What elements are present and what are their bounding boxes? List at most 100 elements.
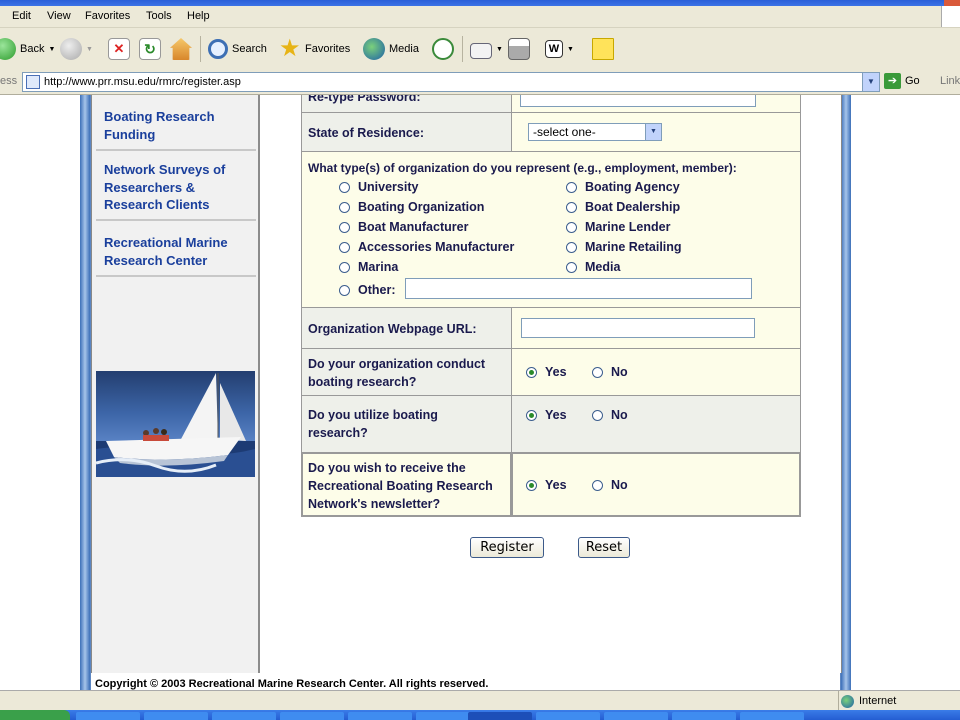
- search-icon: [208, 39, 228, 59]
- webpage-url-field[interactable]: [521, 318, 755, 338]
- sidebar-link-text[interactable]: Boating Research Funding: [104, 108, 229, 143]
- radio-boat-dealership[interactable]: [566, 202, 577, 213]
- sidebar-item-network-surveys[interactable]: Network Surveys of Researchers & Researc…: [96, 153, 256, 221]
- sticky-note-icon: [592, 38, 614, 60]
- back-button[interactable]: Back ▼: [0, 36, 55, 62]
- radio-utilize-yes[interactable]: [526, 410, 537, 421]
- radio-media[interactable]: [566, 262, 577, 273]
- taskbar-item[interactable]: [76, 712, 140, 720]
- radio-conduct-no[interactable]: [592, 367, 603, 378]
- history-button[interactable]: [432, 36, 454, 62]
- newsletter-options-cell: Yes No: [511, 452, 801, 517]
- conduct-research-options-cell: Yes No: [511, 348, 801, 396]
- other-organization-field[interactable]: [405, 278, 752, 299]
- menu-edit[interactable]: Edit: [12, 10, 31, 22]
- stop-button[interactable]: ✕: [108, 36, 130, 62]
- forward-arrow-icon: [60, 38, 82, 60]
- radio-newsletter-no[interactable]: [592, 480, 603, 491]
- menu-view[interactable]: View: [47, 10, 71, 22]
- chevron-down-icon[interactable]: ▼: [86, 46, 93, 53]
- sidebar-item-boating-research-funding[interactable]: Boating Research Funding: [96, 105, 256, 151]
- menu-help[interactable]: Help: [187, 10, 210, 22]
- radio-boating-organization[interactable]: [339, 202, 350, 213]
- home-button[interactable]: [170, 36, 192, 62]
- sidebar-link-text[interactable]: Recreational Marine Research Center: [104, 234, 239, 269]
- address-bar: ess http://www.prr.msu.edu/rmrc/register…: [0, 70, 960, 95]
- go-button[interactable]: ➔ Go: [884, 73, 920, 89]
- favorites-button[interactable]: ★ Favorites: [279, 36, 350, 62]
- radio-accessories-manufacturer[interactable]: [339, 242, 350, 253]
- forward-button[interactable]: ▼: [60, 36, 93, 62]
- menu-tools[interactable]: Tools: [146, 10, 172, 22]
- edit-button[interactable]: W ▼: [545, 36, 574, 62]
- retype-password-input-cell: [511, 95, 801, 113]
- state-select[interactable]: -select one- ▼: [528, 123, 662, 141]
- taskbar-item-active[interactable]: [468, 712, 532, 720]
- print-button[interactable]: [508, 36, 530, 62]
- taskbar-item[interactable]: [604, 712, 668, 720]
- taskbar-item[interactable]: [740, 712, 804, 720]
- address-url[interactable]: http://www.prr.msu.edu/rmrc/register.asp: [44, 76, 241, 88]
- sailboat-illustration: [96, 373, 255, 477]
- retype-password-field[interactable]: [520, 95, 756, 107]
- radio-boating-agency[interactable]: [566, 182, 577, 193]
- radio-label-other: Other:: [358, 283, 396, 297]
- chevron-down-icon[interactable]: ▼: [496, 46, 503, 53]
- address-input[interactable]: http://www.prr.msu.edu/rmrc/register.asp…: [22, 72, 880, 92]
- menu-bar: Edit View Favorites Tools Help: [0, 6, 960, 28]
- taskbar-item[interactable]: [536, 712, 600, 720]
- radio-label-marina: Marina: [358, 260, 399, 274]
- radio-label-boat-dealership: Boat Dealership: [585, 200, 681, 214]
- taskbar-item[interactable]: [672, 712, 736, 720]
- radio-other[interactable]: [339, 285, 350, 296]
- radio-boat-manufacturer[interactable]: [339, 222, 350, 233]
- radio-label-boating-agency: Boating Agency: [585, 180, 680, 194]
- retype-password-label: Re-type Password:: [308, 95, 421, 104]
- conduct-research-label-cell: Do your organization conduct boating res…: [301, 348, 512, 396]
- home-icon: [170, 38, 192, 60]
- state-select-value: -select one-: [533, 125, 596, 139]
- chevron-down-icon[interactable]: ▼: [567, 46, 574, 53]
- radio-marine-lender[interactable]: [566, 222, 577, 233]
- search-button[interactable]: Search: [208, 36, 267, 62]
- utilize-research-options-cell: Yes No: [511, 395, 801, 453]
- start-button[interactable]: [0, 710, 70, 720]
- retype-password-label-cell: Re-type Password:: [301, 95, 512, 113]
- taskbar-item[interactable]: [144, 712, 208, 720]
- search-label: Search: [232, 43, 267, 55]
- radio-conduct-yes[interactable]: [526, 367, 537, 378]
- chevron-down-icon[interactable]: ▼: [645, 124, 661, 140]
- chevron-down-icon[interactable]: ▼: [48, 46, 55, 53]
- taskbar-item[interactable]: [280, 712, 344, 720]
- radio-label-boating-organization: Boating Organization: [358, 200, 485, 214]
- radio-newsletter-yes[interactable]: [526, 480, 537, 491]
- webpage-label: Organization Webpage URL:: [308, 322, 477, 336]
- taskbar-item[interactable]: [348, 712, 412, 720]
- reset-button[interactable]: Reset: [578, 537, 630, 558]
- refresh-button[interactable]: ↻: [139, 36, 161, 62]
- radio-university[interactable]: [339, 182, 350, 193]
- links-label[interactable]: Link: [940, 75, 960, 87]
- media-button[interactable]: Media: [363, 36, 419, 62]
- menu-favorites[interactable]: Favorites: [85, 10, 130, 22]
- organization-type-cell: What type(s) of organization do you repr…: [301, 151, 801, 308]
- sidebar-link-text[interactable]: Network Surveys of Researchers & Researc…: [104, 161, 239, 214]
- utilize-research-question: Do you utilize boating research?: [308, 408, 438, 440]
- note-button[interactable]: [592, 36, 614, 62]
- register-button[interactable]: Register: [470, 537, 544, 558]
- mail-icon: [470, 42, 492, 59]
- radio-label-yes: Yes: [545, 478, 567, 492]
- radio-utilize-no[interactable]: [592, 410, 603, 421]
- radio-marina[interactable]: [339, 262, 350, 273]
- chevron-down-icon[interactable]: ▼: [862, 73, 879, 91]
- frame-left-border: [80, 95, 90, 690]
- radio-label-media: Media: [585, 260, 621, 274]
- stop-icon: ✕: [108, 38, 130, 60]
- radio-marine-retailing[interactable]: [566, 242, 577, 253]
- sidebar-item-rmrc[interactable]: Recreational Marine Research Center: [96, 223, 256, 277]
- go-arrow-icon: ➔: [884, 73, 901, 89]
- windows-logo-icon: [941, 6, 960, 27]
- internet-zone-icon: [841, 694, 854, 708]
- taskbar-item[interactable]: [212, 712, 276, 720]
- mail-button[interactable]: ▼: [470, 36, 503, 62]
